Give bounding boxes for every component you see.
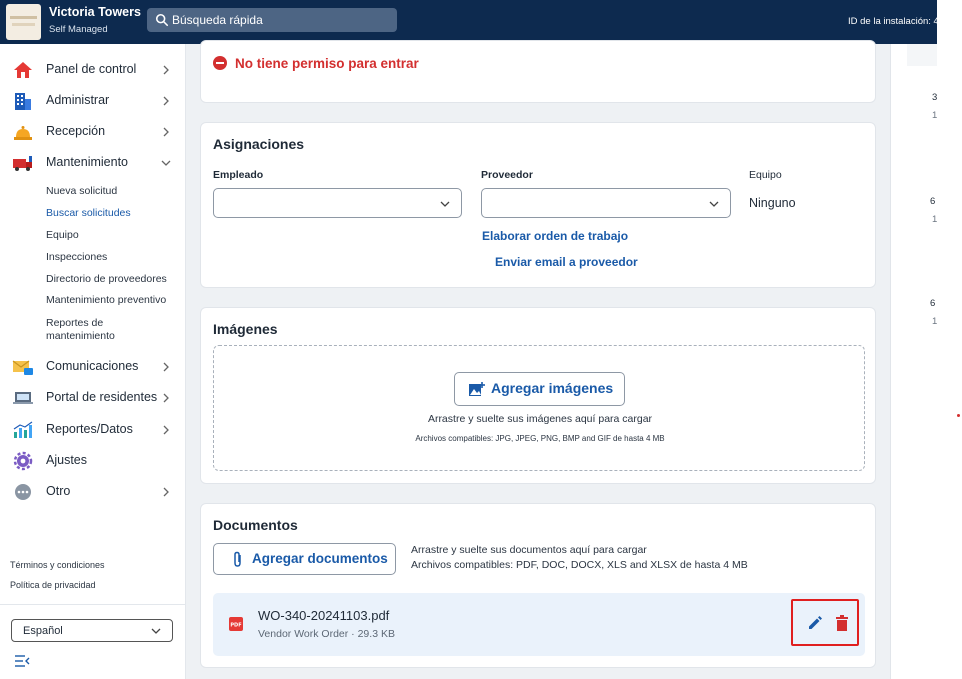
quick-search-label: Búsqueda rápida [172,13,263,27]
document-file-row[interactable]: PDF WO-340-20241103.pdf Vendor Work Orde… [213,593,865,656]
permission-card: No tiene permiso para entrar [200,40,876,103]
bar-chart-icon [13,421,33,438]
sidebar-sub-preventive-maintenance[interactable]: Mantenimiento preventivo [46,294,176,307]
no-entry-icon [213,56,227,70]
gear-icon [13,451,33,471]
images-card: Imágenes Agregar imágenes Arrastre y sue… [200,307,876,484]
create-work-order-link[interactable]: Elaborar orden de trabajo [482,229,628,243]
collapse-sidebar-icon[interactable] [14,654,30,668]
right-panel: 3 1 6 1 6 1 [890,44,938,679]
main-content: No tiene permiso para entrar Asignacione… [186,40,890,679]
email-provider-link[interactable]: Enviar email a proveedor [495,255,638,269]
pdf-file-icon: PDF [229,617,243,631]
chevron-down-icon [709,201,719,207]
quick-search[interactable]: Búsqueda rápida [147,8,397,32]
provider-select[interactable] [481,188,731,218]
chevron-right-icon [163,425,169,435]
right-panel-value: 6 [930,298,936,309]
sidebar-item-reception[interactable]: Recepción [0,119,186,145]
employee-label: Empleado [213,169,264,181]
sidebar-sub-new-request[interactable]: Nueva solicitud [46,185,176,198]
equipment-value: Ninguno [749,196,796,210]
images-drop-hint: Arrastre y suelte sus imágenes aquí para… [427,413,653,425]
add-images-button[interactable]: Agregar imágenes [454,372,625,406]
file-meta: Vendor Work Order · 29.3 KB [258,628,395,640]
sidebar-item-maintenance[interactable]: Mantenimiento [0,150,186,176]
documents-formats: Archivos compatibles: PDF, DOC, DOCX, XL… [411,559,748,571]
terms-link[interactable]: Términos y condiciones [10,560,105,570]
sidebar-sub-maintenance-reports[interactable]: Reportes de mantenimiento [46,317,156,343]
sidebar-divider [0,604,186,605]
more-icon [15,484,31,500]
language-value: Español [23,625,63,637]
sidebar-item-dashboard[interactable]: Panel de control [0,57,186,83]
sidebar-item-settings[interactable]: Ajustes [0,448,186,474]
chevron-right-icon [163,65,169,75]
add-images-label: Agregar imágenes [491,380,614,396]
right-panel-header [907,44,938,66]
employee-select[interactable] [213,188,462,218]
envelope-icon [12,360,33,375]
sidebar-item-communications[interactable]: Comunicaciones [0,354,186,380]
provider-label: Proveedor [481,169,533,181]
laptop-icon [13,392,33,404]
images-dropzone[interactable]: Agregar imágenes Arrastre y suelte sus i… [213,345,865,471]
top-bar: Victoria Towers Self Managed Búsqueda rá… [0,0,939,44]
chevron-down-icon [161,160,171,166]
pencil-icon[interactable] [807,616,822,631]
sidebar-item-reports[interactable]: Reportes/Datos [0,417,186,443]
documents-card: Documentos Agregar documentos Arrastre y… [200,503,876,668]
sidebar-sub-search-requests[interactable]: Buscar solicitudes [46,207,176,220]
language-select[interactable]: Español [11,619,173,642]
maintenance-truck-icon [13,156,32,171]
chevron-right-icon [163,393,169,403]
install-id: ID de la instalación: 4 [848,16,939,27]
file-name[interactable]: WO-340-20241103.pdf [258,608,389,623]
trash-icon[interactable] [835,615,849,631]
reception-bell-icon [14,126,32,140]
house-icon [14,62,32,78]
documents-drop-hint: Arrastre y suelte sus documentos aquí pa… [411,544,647,556]
images-title: Imágenes [213,321,278,337]
chevron-down-icon [440,201,450,207]
property-type: Self Managed [49,24,108,35]
assignments-title: Asignaciones [213,136,305,152]
property-name[interactable]: Victoria Towers [49,5,141,19]
chevron-right-icon [163,362,169,372]
indicator-dot [957,414,960,417]
sidebar: Panel de control Administrar Recepción M… [0,44,186,679]
chevron-right-icon [163,96,169,106]
equipment-label: Equipo [749,169,782,181]
building-icon [15,93,31,110]
add-image-icon [469,382,485,396]
chevron-right-icon [163,127,169,137]
sidebar-item-resident-portal[interactable]: Portal de residentes [0,385,186,411]
right-panel-value: 6 [930,196,936,207]
chevron-right-icon [163,487,169,497]
add-documents-label: Agregar documentos [252,551,388,566]
sidebar-item-other[interactable]: Otro [0,479,186,505]
chevron-down-icon [151,628,161,634]
file-actions-highlight [791,599,859,646]
add-documents-button[interactable]: Agregar documentos [213,543,396,575]
sidebar-sub-inspections[interactable]: Inspecciones [46,251,176,264]
privacy-link[interactable]: Política de privacidad [10,580,96,590]
documents-title: Documentos [213,517,298,533]
property-logo[interactable] [6,4,41,40]
permission-message: No tiene permiso para entrar [235,56,419,71]
paperclip-icon [234,551,241,567]
images-formats: Archivos compatibles: JPG, JPEG, PNG, BM… [415,434,665,443]
sidebar-sub-equipment[interactable]: Equipo [46,229,176,242]
svg-text:PDF: PDF [230,623,241,629]
assignments-card: Asignaciones Empleado Proveedor Equipo N… [200,122,876,288]
page-edge [937,0,962,679]
search-icon [155,13,169,27]
sidebar-item-manage[interactable]: Administrar [0,88,186,114]
sidebar-sub-vendor-directory[interactable]: Directorio de proveedores [46,273,176,286]
